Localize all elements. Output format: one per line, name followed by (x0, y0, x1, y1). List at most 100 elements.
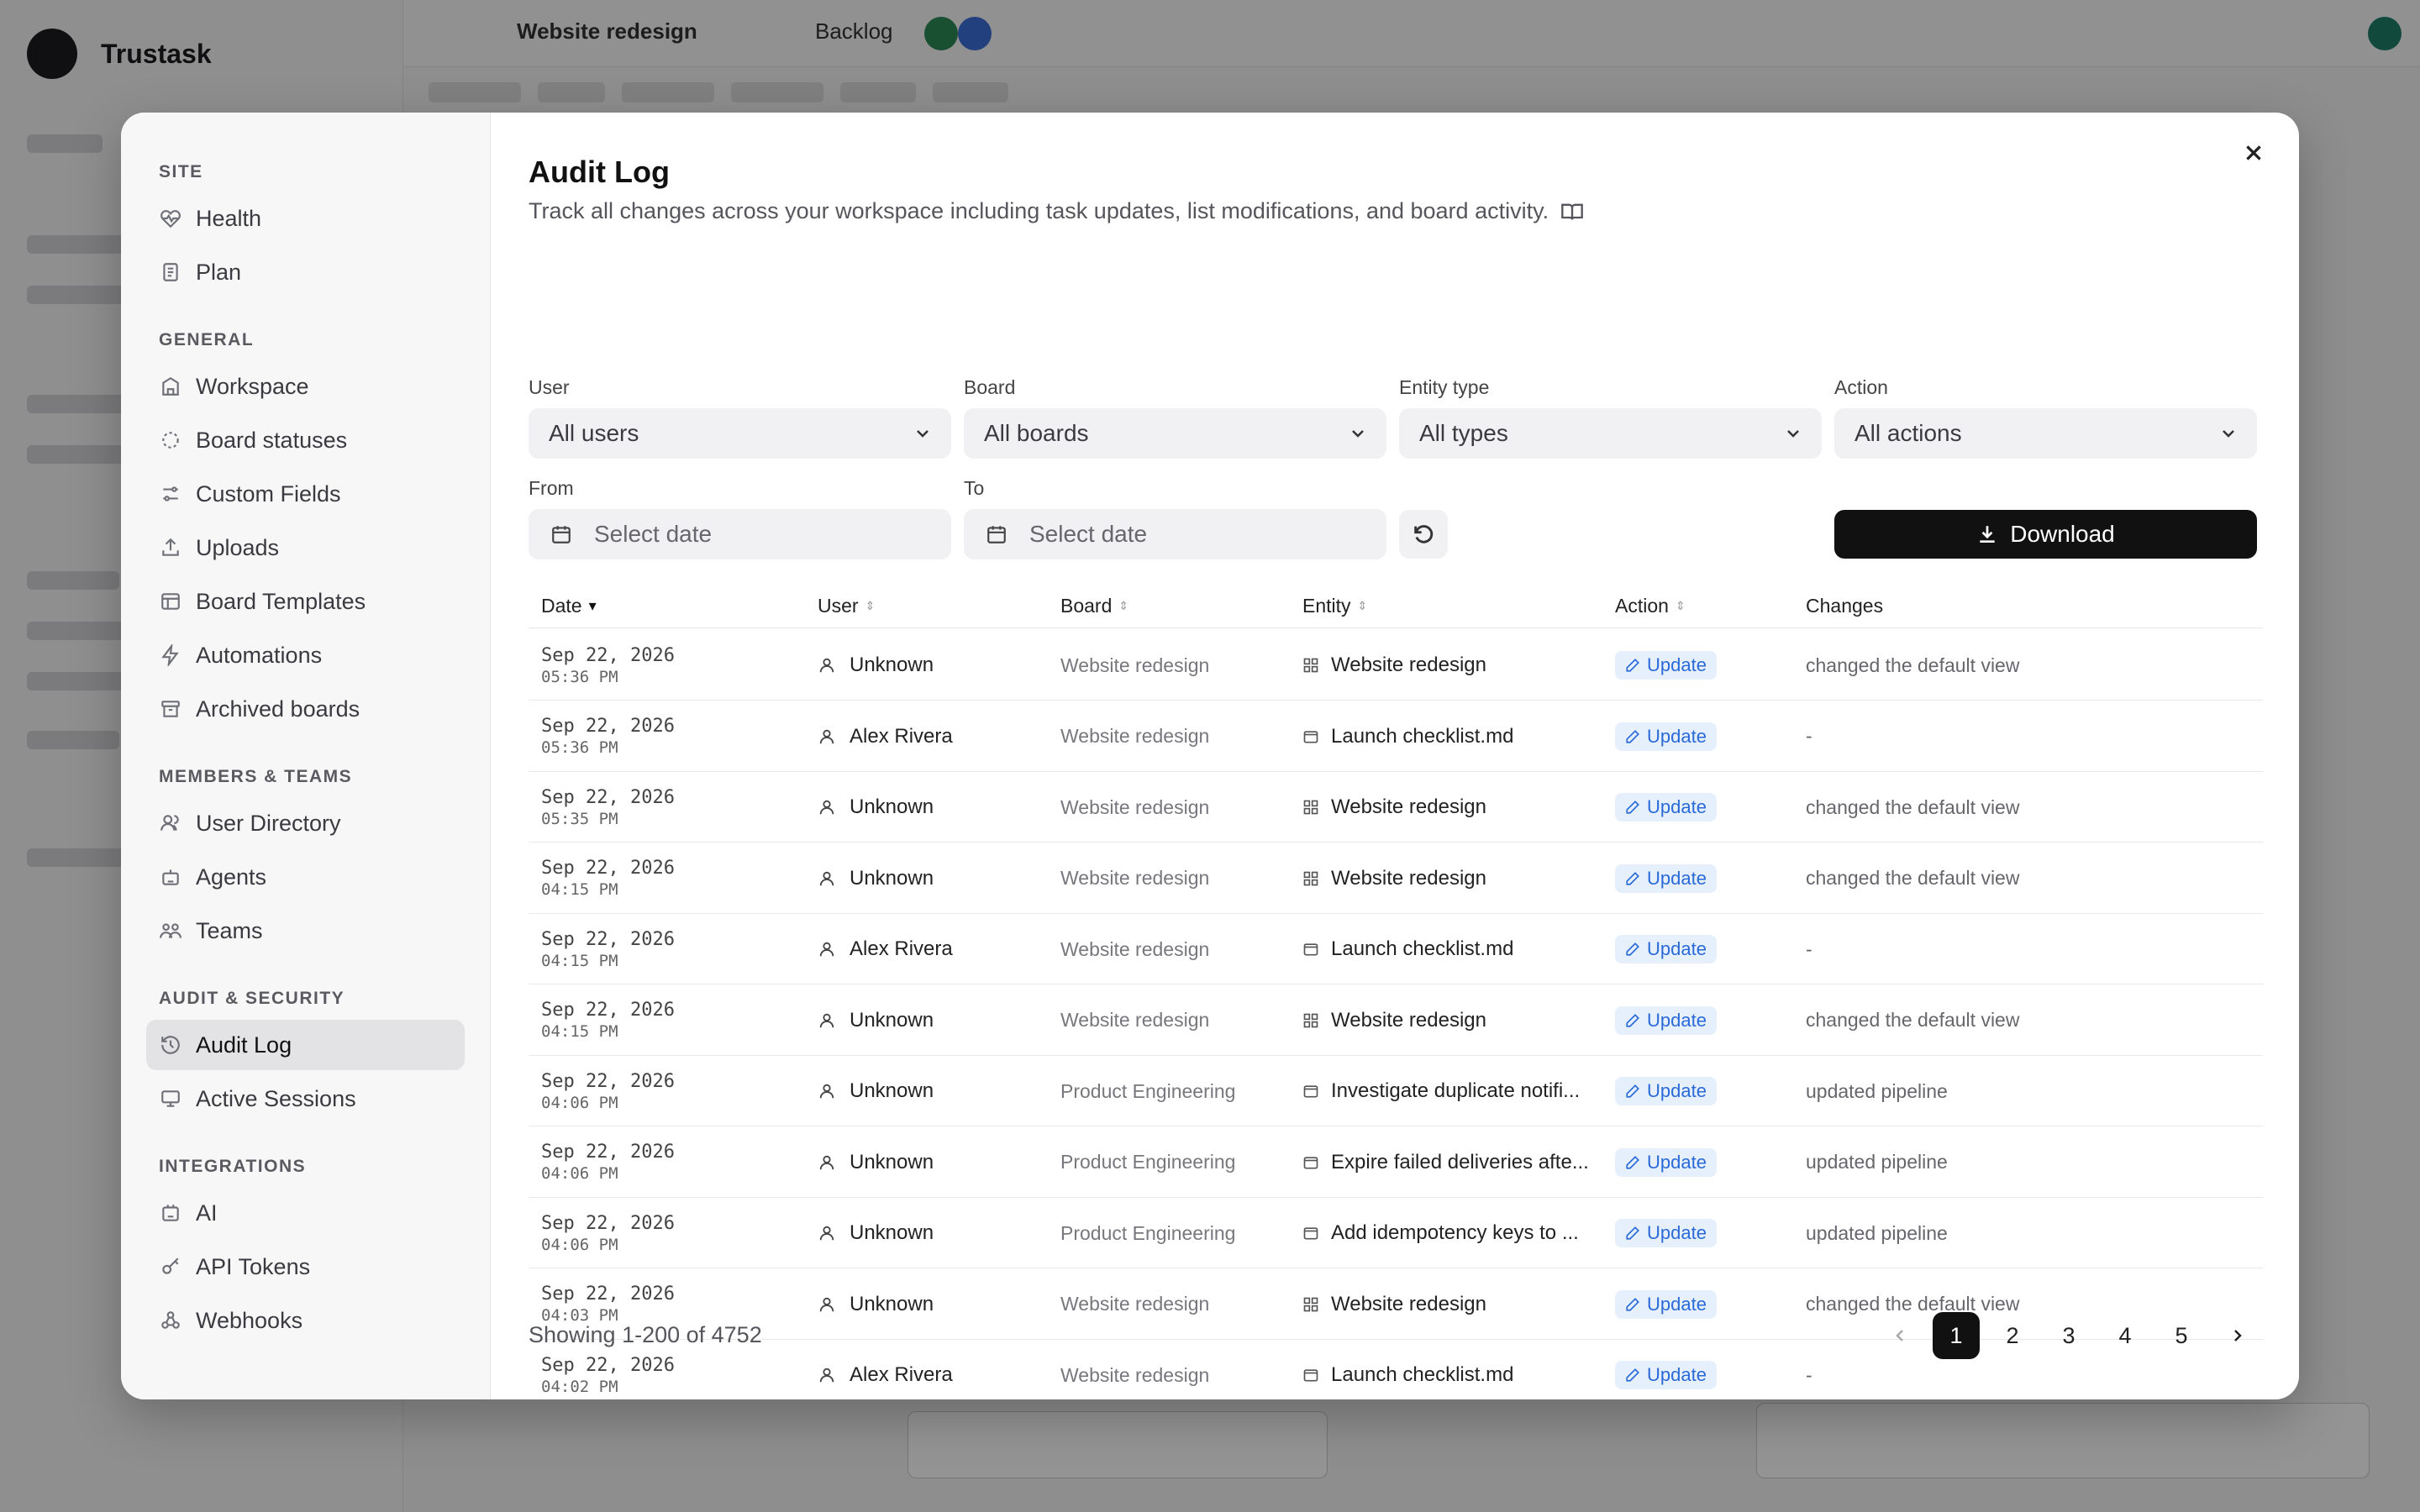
board-filter-select[interactable]: All boards (964, 408, 1386, 459)
user-cell: Unknown (818, 985, 934, 1056)
column-changes: Changes (1806, 595, 1884, 617)
sidebar-item-label: Automations (196, 642, 323, 668)
sliders-icon (159, 482, 182, 506)
column-board[interactable]: Board ⇕ (1060, 595, 1128, 617)
entity-cell[interactable]: Add idempotency keys to ... (1302, 1198, 1579, 1268)
entity-cell[interactable]: Website redesign (1302, 843, 1486, 914)
sidebar-item-board-statuses[interactable]: Board statuses (146, 415, 465, 465)
archive-icon (159, 697, 182, 721)
entity-cell[interactable]: Launch checklist.md (1302, 1340, 1513, 1399)
action-cell: Update (1615, 1340, 1717, 1399)
book-icon[interactable] (1560, 200, 1584, 223)
file-icon (1303, 943, 1318, 956)
table-row[interactable]: Sep 22, 2026 04:06 PM Unknown Product Engin… (529, 1056, 2263, 1126)
column-date[interactable]: Date ▾ (541, 595, 597, 617)
sidebar-item-label: Health (196, 205, 262, 231)
user-icon (819, 1368, 834, 1383)
pencil-icon (1626, 1084, 1639, 1098)
from-date-picker[interactable]: Select date (529, 509, 951, 559)
action-badge: Update (1615, 651, 1717, 680)
entity-cell[interactable]: Launch checklist.md (1302, 701, 1513, 772)
sidebar-item-audit-log[interactable]: Audit Log (146, 1020, 465, 1070)
column-action[interactable]: Action ⇕ (1615, 595, 1686, 617)
page-button-2[interactable]: 2 (1989, 1312, 2036, 1359)
download-button[interactable]: Download (1834, 510, 2257, 559)
board-cell: Website redesign (1060, 1009, 1210, 1031)
sidebar-item-automations[interactable]: Automations (146, 630, 465, 680)
entity-cell[interactable]: Expire failed deliveries afte... (1302, 1127, 1589, 1198)
action-cell: Update (1615, 1269, 1717, 1340)
sidebar-item-board-templates[interactable]: Board Templates (146, 576, 465, 627)
column-user[interactable]: User ⇕ (818, 595, 875, 617)
page-button-4[interactable]: 4 (2102, 1312, 2149, 1359)
audit-log-panel: Audit Log Track all changes across your … (529, 113, 2299, 1399)
action-cell: Update (1615, 985, 1717, 1056)
sidebar-item-active-sessions[interactable]: Active Sessions (146, 1074, 465, 1124)
sidebar-item-webhooks[interactable]: Webhooks (146, 1295, 465, 1346)
pencil-icon (1626, 1013, 1639, 1027)
user-filter-select[interactable]: All users (529, 408, 951, 459)
previous-page-button[interactable] (1876, 1312, 1923, 1359)
page-button-1[interactable]: 1 (1933, 1312, 1980, 1359)
changes-cell: changed the default view (1806, 654, 2020, 676)
entity-cell[interactable]: Website redesign (1302, 630, 1486, 701)
date-cell: Sep 22, 2026 04:15 PM (541, 1000, 675, 1041)
sidebar-item-ai[interactable]: AI (146, 1188, 465, 1238)
sidebar-item-uploads[interactable]: Uploads (146, 522, 465, 573)
table-row[interactable]: Sep 22, 2026 04:06 PM Unknown Product Engin… (529, 1127, 2263, 1198)
sidebar-item-agents[interactable]: Agents (146, 852, 465, 902)
sidebar-item-user-directory[interactable]: User Directory (146, 798, 465, 848)
sidebar-item-workspace[interactable]: Workspace (146, 361, 465, 412)
pencil-icon (1626, 1155, 1639, 1169)
table-row[interactable]: Sep 22, 2026 04:06 PM Unknown Product Engin… (529, 1198, 2263, 1268)
pagination: 12345 (1867, 1312, 2261, 1359)
sidebar-item-label: Agents (196, 864, 267, 890)
sidebar-item-label: API Tokens (196, 1253, 311, 1279)
table-row[interactable]: Sep 22, 2026 05:36 PM Unknown Website redes… (529, 630, 2263, 701)
page-button-5[interactable]: 5 (2158, 1312, 2205, 1359)
pencil-icon (1626, 729, 1639, 743)
table-row[interactable]: Sep 22, 2026 04:15 PM Unknown Website redes… (529, 985, 2263, 1056)
sidebar-item-archived-boards[interactable]: Archived boards (146, 684, 465, 734)
board-cell: Product Engineering (1060, 1151, 1236, 1173)
sidebar-item-plan[interactable]: Plan (146, 247, 465, 297)
action-filter-select[interactable]: All actions (1834, 408, 2257, 459)
download-icon (1980, 526, 1995, 543)
table-row[interactable]: Sep 22, 2026 04:15 PM Alex Rivera Website r… (529, 914, 2263, 984)
entity-cell[interactable]: Website redesign (1302, 772, 1486, 843)
sidebar-item-label: Custom Fields (196, 480, 341, 507)
to-date-picker[interactable]: Select date (964, 509, 1386, 559)
changes-cell: - (1806, 937, 1812, 960)
action-cell: Update (1615, 1056, 1717, 1126)
sort-icon: ⇕ (1357, 599, 1368, 612)
entity-cell[interactable]: Website redesign (1302, 1269, 1486, 1340)
action-cell: Update (1615, 1198, 1717, 1268)
webhook-icon (159, 1309, 182, 1332)
entity-type-filter-select[interactable]: All types (1399, 408, 1822, 459)
sidebar-item-teams[interactable]: Teams (146, 906, 465, 956)
entity-cell[interactable]: Investigate duplicate notifi... (1302, 1056, 1580, 1126)
settings-modal: SITE Health Plan GENERAL Workspace Board stat… (121, 113, 2299, 1399)
table-row[interactable]: Sep 22, 2026 05:35 PM Unknown Website redes… (529, 772, 2263, 843)
chevron-right-icon (2234, 1330, 2242, 1341)
table-row[interactable]: Sep 22, 2026 05:36 PM Alex Rivera Website r… (529, 701, 2263, 772)
next-page-button[interactable] (2214, 1312, 2261, 1359)
close-button[interactable] (2233, 133, 2274, 173)
sidebar-item-health[interactable]: Health (146, 193, 465, 244)
page-button-3[interactable]: 3 (2045, 1312, 2092, 1359)
sidebar-item-label: Active Sessions (196, 1085, 356, 1111)
reset-filters-button[interactable] (1399, 510, 1448, 559)
sidebar-item-custom-fields[interactable]: Custom Fields (146, 469, 465, 519)
column-entity[interactable]: Entity ⇕ (1302, 595, 1367, 617)
action-badge: Update (1615, 1077, 1717, 1105)
entity-cell[interactable]: Website redesign (1302, 985, 1486, 1056)
date-cell: Sep 22, 2026 04:06 PM (541, 1070, 675, 1112)
action-cell: Update (1615, 1127, 1717, 1198)
entity-cell[interactable]: Launch checklist.md (1302, 914, 1513, 984)
settings-sidebar: SITE Health Plan GENERAL Workspace Board stat… (121, 113, 491, 1399)
sidebar-item-api-tokens[interactable]: API Tokens (146, 1242, 465, 1292)
chevron-left-icon (1896, 1330, 1903, 1341)
table-row[interactable]: Sep 22, 2026 04:15 PM Unknown Website redes… (529, 843, 2263, 914)
changes-cell: changed the default view (1806, 867, 2020, 889)
board-icon (1303, 871, 1318, 885)
